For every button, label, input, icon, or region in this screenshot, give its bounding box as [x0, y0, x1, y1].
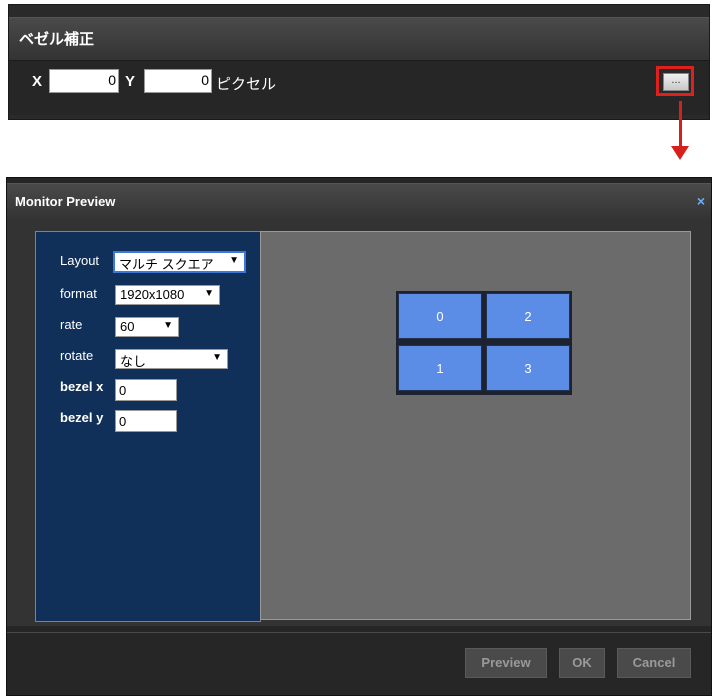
monitor-tile[interactable]: 0 [398, 293, 482, 339]
monitor-tile[interactable]: 1 [398, 345, 482, 391]
rate-value: 60 [120, 319, 135, 334]
y-label: Y [125, 73, 136, 90]
rate-label: rate [60, 317, 83, 332]
bezel-panel: ベゼル補正 [8, 4, 710, 120]
bezel-y-input[interactable]: 0 [144, 69, 212, 93]
arrow-down-icon [671, 146, 689, 160]
arrow-line [679, 101, 682, 151]
bezel-header: ベゼル補正 [9, 17, 709, 61]
unit-label: ピクセル [216, 76, 277, 93]
dialog-titlebar: Monitor Preview × [7, 183, 711, 220]
footer-divider [7, 632, 711, 633]
format-select[interactable]: 1920x1080 ▼ [115, 285, 220, 305]
preview-button[interactable]: Preview [465, 648, 547, 678]
rate-select[interactable]: 60 ▼ [115, 317, 179, 337]
dialog-title: Monitor Preview [15, 194, 116, 209]
rotate-select[interactable]: なし ▼ [115, 349, 228, 369]
monitor-tile[interactable]: 3 [486, 345, 570, 391]
settings-panel: Layout マルチ スクエア ▼ format 1920x1080 ▼ rat… [35, 231, 261, 622]
cancel-button[interactable]: Cancel [617, 648, 691, 678]
monitor-grid: 0 2 1 3 [396, 291, 572, 395]
preview-area: 0 2 1 3 [260, 231, 691, 620]
rotate-value: なし [120, 354, 147, 369]
x-label: X [32, 73, 43, 90]
browse-button-highlight[interactable]: ... [656, 66, 694, 96]
caret-down-icon: ▼ [229, 255, 239, 266]
layout-value: マルチ スクエア [119, 257, 214, 272]
ok-button[interactable]: OK [559, 648, 605, 678]
monitor-tile[interactable]: 2 [486, 293, 570, 339]
caret-down-icon: ▼ [204, 288, 214, 299]
close-icon[interactable]: × [697, 193, 705, 209]
format-value: 1920x1080 [120, 287, 185, 302]
bezel-x-input[interactable]: 0 [49, 69, 119, 93]
caret-down-icon: ▼ [212, 352, 222, 363]
caret-down-icon: ▼ [163, 320, 173, 331]
rotate-label: rotate [60, 348, 94, 363]
layout-select[interactable]: マルチ スクエア ▼ [113, 251, 246, 273]
bezel-y-label: bezel y [60, 410, 104, 425]
bezel-title: ベゼル補正 [19, 31, 95, 48]
bezel-x-label: bezel x [60, 379, 104, 394]
format-label: format [60, 286, 97, 301]
monitor-preview-dialog: Monitor Preview × Layout マルチ スクエア ▼ form… [6, 177, 712, 696]
bezel-x-field[interactable]: 0 [115, 379, 177, 401]
layout-label: Layout [60, 253, 100, 268]
bezel-y-field[interactable]: 0 [115, 410, 177, 432]
browse-button[interactable]: ... [663, 73, 689, 91]
